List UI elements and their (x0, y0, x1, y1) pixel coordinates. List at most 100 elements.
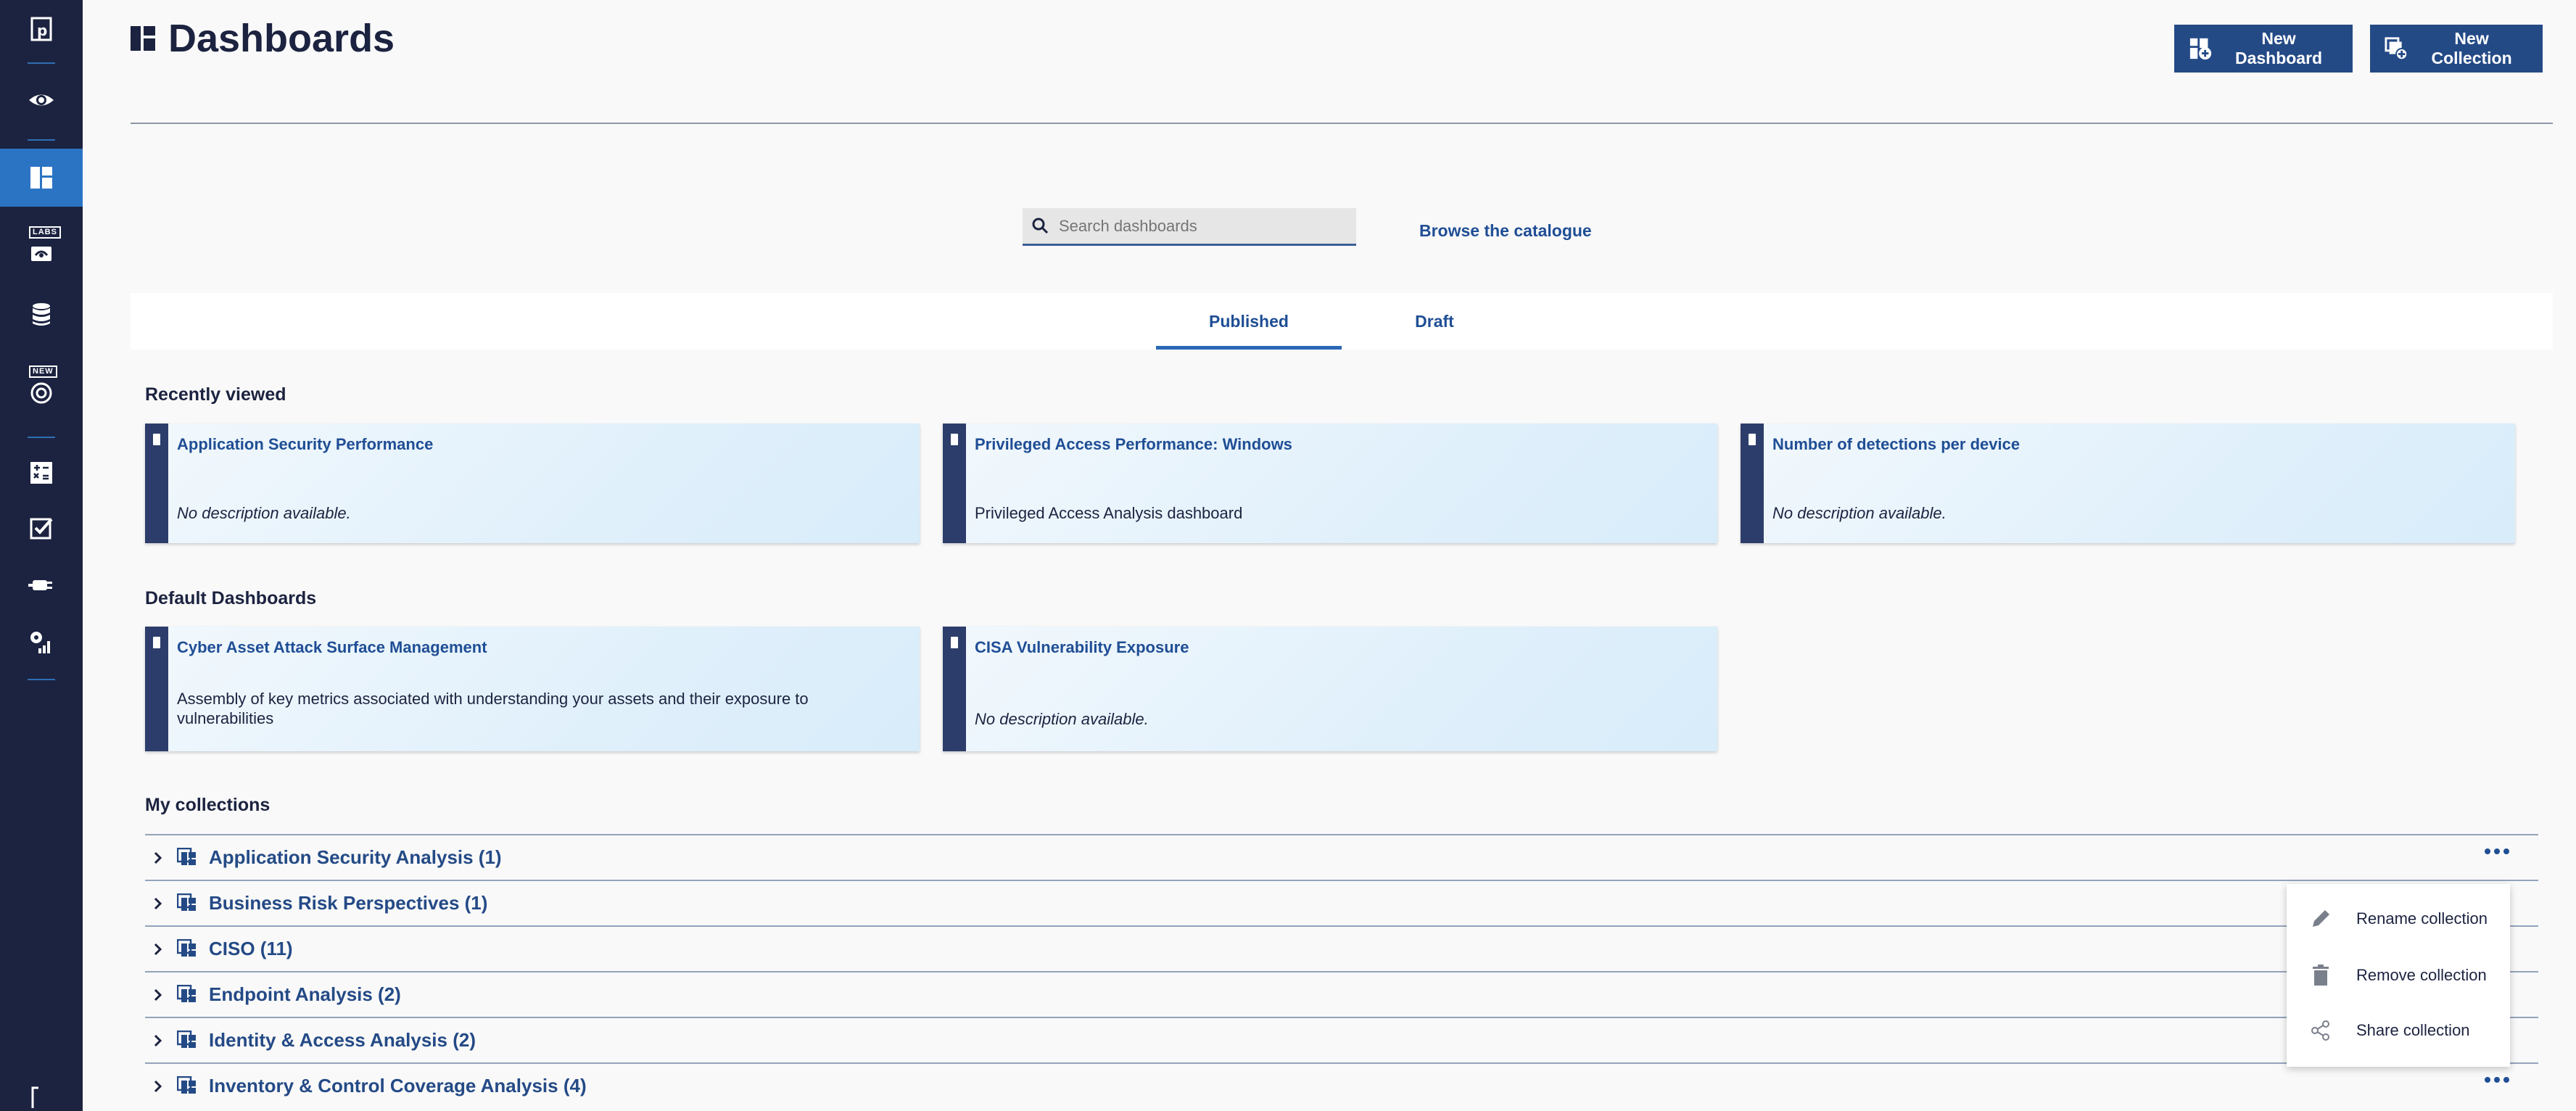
card-description: Assembly of key metrics associated with … (177, 690, 809, 727)
new-collection-button[interactable]: New Collection (2370, 25, 2543, 73)
share-collection-label: Share collection (2356, 1021, 2470, 1039)
card-title: Privileged Access Performance: Windows (975, 435, 1292, 453)
tab-bar: Published Draft (131, 293, 2553, 350)
collection-label: Application Security Analysis (1) (209, 846, 502, 868)
tab-draft[interactable]: Draft (1342, 293, 1527, 350)
card-strip (943, 424, 966, 543)
collection-label: Inventory & Control Coverage Analysis (4… (209, 1075, 587, 1096)
labs-badge: LABS (29, 226, 61, 239)
recently-viewed-title: Recently viewed (145, 384, 286, 405)
card-strip (145, 627, 168, 751)
checkbox-icon (30, 518, 53, 540)
collection-row[interactable]: CISO (11) (145, 925, 2538, 971)
card-description: No description available. (1772, 504, 1947, 522)
collection-icon (177, 847, 196, 865)
dashboard-card[interactable]: Application Security Performance No desc… (145, 424, 920, 543)
default-dashboards-title: Default Dashboards (145, 588, 317, 608)
logo-icon: p (30, 17, 52, 41)
sidebar-separator (28, 62, 55, 64)
new-dashboard-label: New Dashboard (2234, 29, 2323, 67)
chevron-right-icon[interactable] (148, 1033, 168, 1048)
page-title: Dashboards (131, 13, 395, 64)
collection-label: Business Risk Perspectives (1) (209, 892, 488, 914)
collection-label: Endpoint Analysis (2) (209, 983, 401, 1005)
sidebar-separator (28, 437, 55, 438)
chevron-right-icon[interactable] (148, 942, 168, 957)
dashboard-icon (131, 26, 155, 51)
share-collection-item[interactable]: Share collection (2287, 1003, 2510, 1058)
search-input[interactable] (1059, 216, 1334, 236)
search-icon (1032, 218, 1049, 234)
dashboard-card[interactable]: Cyber Asset Attack Surface Management As… (145, 627, 920, 751)
card-title: CISA Vulnerability Exposure (975, 638, 1189, 656)
card-strip (145, 424, 168, 543)
new-dashboard-button[interactable]: New Dashboard (2174, 25, 2353, 73)
remove-collection-label: Remove collection (2356, 966, 2487, 984)
sidebar-item-calculator[interactable] (0, 444, 83, 502)
sidebar: p LABS NEW (0, 0, 83, 1111)
collection-row[interactable]: Business Risk Perspectives (1) (145, 880, 2538, 925)
settings-chart-icon (30, 632, 50, 653)
pencil-icon (2313, 910, 2329, 927)
eye-icon (29, 94, 54, 106)
rename-collection-label: Rename collection (2356, 909, 2488, 928)
pin-icon[interactable] (951, 434, 958, 445)
trash-icon (2313, 965, 2329, 986)
sidebar-item-labs[interactable]: LABS (0, 222, 83, 280)
collection-context-menu: Rename collection Remove collection Shar… (2287, 884, 2510, 1067)
new-badge: NEW (29, 365, 57, 378)
rename-collection-item[interactable]: Rename collection (2287, 891, 2510, 946)
sidebar-item-data[interactable] (0, 285, 83, 343)
collection-label: CISO (11) (209, 938, 293, 959)
sidebar-item-settings[interactable] (0, 614, 83, 672)
sidebar-item-logout[interactable] (0, 1082, 83, 1111)
tab-published[interactable]: Published (1156, 293, 1342, 350)
remove-collection-item[interactable]: Remove collection (2287, 948, 2510, 1003)
sidebar-item-overview[interactable] (0, 71, 83, 129)
collection-row[interactable]: Endpoint Analysis (2) (145, 971, 2538, 1017)
collection-row[interactable]: Identity & Access Analysis (2) (145, 1017, 2538, 1062)
add-collection-icon (2385, 37, 2408, 61)
more-options-button[interactable] (2485, 1077, 2509, 1083)
pin-icon[interactable] (951, 637, 958, 648)
chevron-right-icon[interactable] (148, 896, 168, 911)
pin-icon[interactable] (1749, 434, 1756, 445)
collection-row[interactable]: Inventory & Control Coverage Analysis (4… (145, 1062, 2538, 1108)
card-description: Privileged Access Analysis dashboard (975, 504, 1243, 522)
share-icon (2311, 1020, 2329, 1041)
card-title: Cyber Asset Attack Surface Management (177, 638, 487, 656)
collection-icon (177, 893, 196, 911)
sidebar-separator (28, 679, 55, 680)
sidebar-item-integrations[interactable] (0, 556, 83, 614)
header-divider (131, 123, 2553, 124)
pin-icon[interactable] (153, 637, 160, 648)
dashboard-card[interactable]: CISA Vulnerability Exposure No descripti… (943, 627, 1717, 751)
dashboard-card[interactable]: Number of detections per device No descr… (1741, 424, 2515, 543)
pin-icon[interactable] (153, 434, 160, 445)
logout-icon (31, 1086, 38, 1108)
collection-icon (177, 1075, 196, 1094)
svg-text:p: p (37, 22, 47, 39)
sidebar-item-new-feature[interactable]: NEW (0, 361, 83, 419)
chevron-right-icon[interactable] (148, 1079, 168, 1094)
sidebar-item-tasks[interactable] (0, 499, 83, 557)
collection-label: Identity & Access Analysis (2) (209, 1029, 476, 1051)
search-box (1023, 208, 1356, 246)
chevron-right-icon[interactable] (148, 851, 168, 865)
card-title: Application Security Performance (177, 435, 434, 453)
chevron-right-icon[interactable] (148, 988, 168, 1002)
collection-icon (177, 984, 196, 1002)
browse-catalogue-link[interactable]: Browse the catalogue (1419, 221, 1592, 241)
plug-icon (28, 580, 52, 590)
card-description: No description available. (177, 504, 351, 522)
collection-icon (177, 1030, 196, 1048)
collection-row[interactable]: Application Security Analysis (1) (145, 834, 2538, 880)
card-strip (1741, 424, 1764, 543)
card-description: No description available. (975, 710, 1149, 728)
more-options-button[interactable] (2485, 848, 2509, 854)
database-icon (33, 303, 50, 326)
sidebar-item-dashboards[interactable] (0, 149, 83, 207)
sidebar-logo[interactable]: p (0, 0, 83, 58)
dashboard-card[interactable]: Privileged Access Performance: Windows P… (943, 424, 1717, 543)
sidebar-separator (28, 139, 55, 141)
